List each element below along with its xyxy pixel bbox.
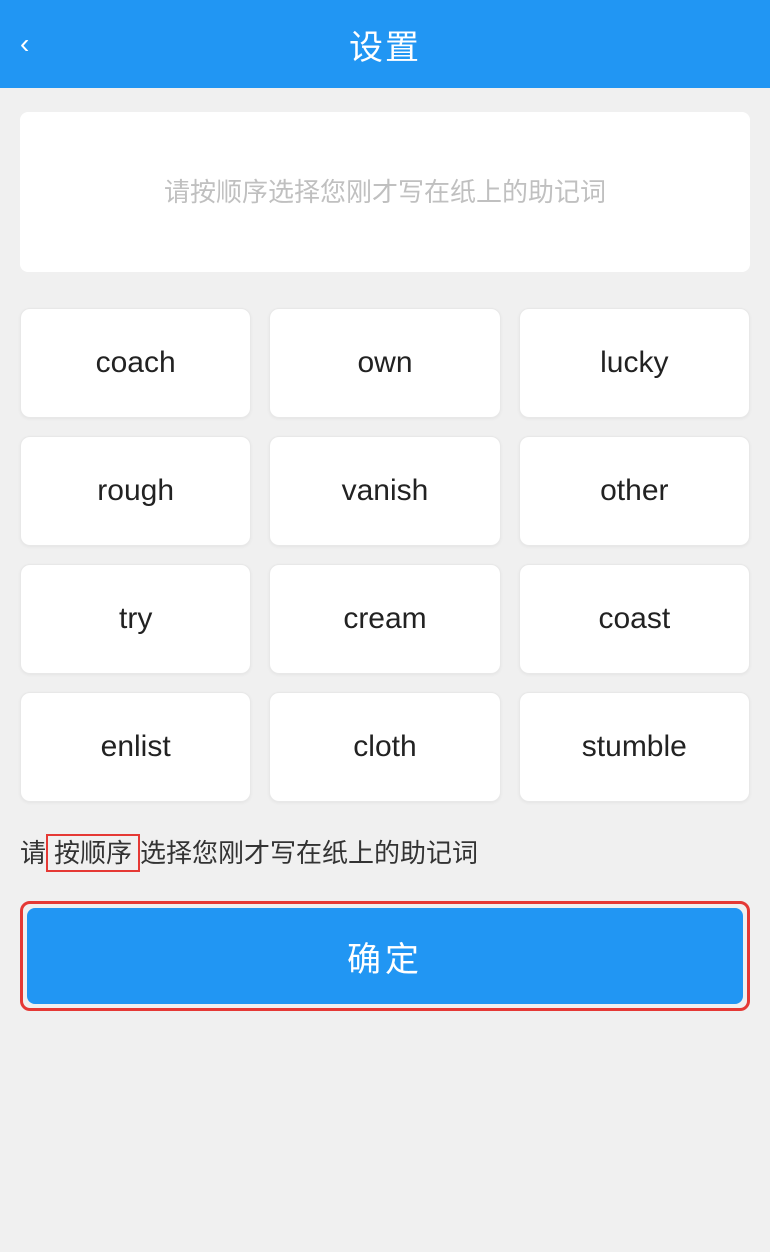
word-card-cloth[interactable]: cloth: [269, 692, 500, 802]
instruction-text: 请按顺序选择您刚才写在纸上的助记词: [20, 834, 750, 873]
word-label-vanish: vanish: [342, 474, 429, 508]
word-card-stumble[interactable]: stumble: [519, 692, 750, 802]
instruction-suffix: 选择您刚才写在纸上的助记词: [140, 838, 478, 868]
confirm-button-wrapper: 确定: [20, 901, 750, 1011]
word-label-enlist: enlist: [101, 730, 171, 764]
word-card-vanish[interactable]: vanish: [269, 436, 500, 546]
word-card-coast[interactable]: coast: [519, 564, 750, 674]
main-content: 请按顺序选择您刚才写在纸上的助记词 coach own lucky rough …: [0, 88, 770, 1252]
word-card-other[interactable]: other: [519, 436, 750, 546]
word-card-cream[interactable]: cream: [269, 564, 500, 674]
word-label-coach: coach: [96, 346, 176, 380]
word-card-own[interactable]: own: [269, 308, 500, 418]
word-label-rough: rough: [97, 474, 174, 508]
instruction-highlight: 按顺序: [46, 834, 140, 872]
word-card-enlist[interactable]: enlist: [20, 692, 251, 802]
word-label-coast: coast: [598, 602, 670, 636]
word-card-rough[interactable]: rough: [20, 436, 251, 546]
header: ‹ 设置: [0, 0, 770, 88]
word-label-try: try: [119, 602, 152, 636]
word-card-lucky[interactable]: lucky: [519, 308, 750, 418]
word-label-stumble: stumble: [582, 730, 687, 764]
word-label-own: own: [357, 346, 412, 380]
confirm-button-label: 确定: [347, 932, 423, 981]
back-icon[interactable]: ‹: [20, 28, 29, 60]
word-label-cream: cream: [343, 602, 426, 636]
word-label-cloth: cloth: [353, 730, 416, 764]
confirm-button[interactable]: 确定: [27, 908, 743, 1004]
page-title: 设置: [349, 20, 421, 69]
mnemonic-input-area: 请按顺序选择您刚才写在纸上的助记词: [20, 112, 750, 272]
word-card-coach[interactable]: coach: [20, 308, 251, 418]
word-grid: coach own lucky rough vanish other try c…: [20, 308, 750, 802]
input-placeholder: 请按顺序选择您刚才写在纸上的助记词: [164, 173, 606, 212]
word-label-other: other: [600, 474, 668, 508]
word-label-lucky: lucky: [600, 346, 668, 380]
word-card-try[interactable]: try: [20, 564, 251, 674]
instruction-prefix: 请: [20, 838, 46, 868]
